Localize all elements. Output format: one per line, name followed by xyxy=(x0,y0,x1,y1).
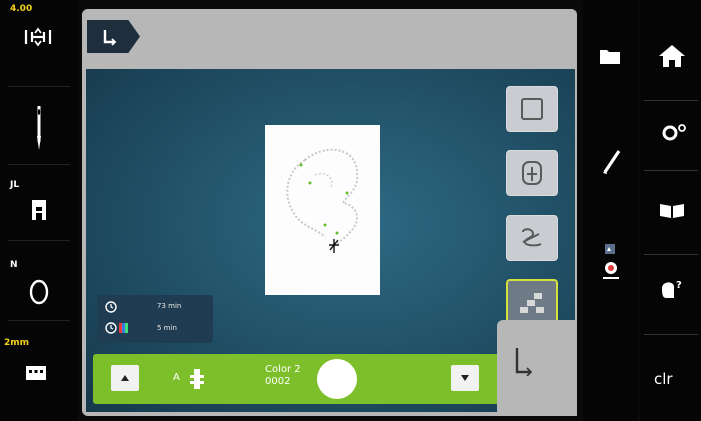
color-number: Color 2 xyxy=(265,364,301,375)
back-arrow-icon xyxy=(103,30,117,46)
svg-text:?: ? xyxy=(676,280,682,291)
clear-button[interactable]: clr xyxy=(646,352,696,408)
stitch-width-indicator[interactable]: 2mm xyxy=(4,334,70,394)
arrow-down-icon xyxy=(461,375,469,381)
header-bar xyxy=(82,9,577,69)
tutorial-button[interactable] xyxy=(646,184,696,240)
needle-plate-label: N xyxy=(10,260,18,270)
home-icon xyxy=(659,45,685,67)
folder-button[interactable] xyxy=(591,35,631,75)
edit-design-icon xyxy=(522,228,542,247)
nav-column: ? clr xyxy=(640,0,701,421)
settings-button[interactable] xyxy=(646,104,696,160)
time-info-box: 73 min 5 min xyxy=(97,295,213,343)
total-time: 73 min xyxy=(157,302,182,310)
clear-label: clr xyxy=(654,370,673,388)
embroidery-module-button[interactable] xyxy=(591,238,631,288)
arrow-up-icon xyxy=(121,375,129,381)
clock-icon xyxy=(105,301,117,313)
hoop-frame-icon xyxy=(521,98,543,120)
color-sequence-button[interactable] xyxy=(506,279,558,325)
color-selection-bar: A Color 2 0002 xyxy=(93,354,499,404)
embroidery-design xyxy=(286,148,359,253)
edit-design-button[interactable] xyxy=(506,215,558,261)
hoop-area[interactable] xyxy=(265,125,380,295)
embroidery-machine-icon xyxy=(603,244,619,279)
color-sequence-icon xyxy=(520,293,544,313)
presser-foot-icon xyxy=(32,200,46,220)
grid-icon xyxy=(26,366,46,380)
thread-tension-icon xyxy=(24,27,52,47)
needle-plate-indicator[interactable]: N xyxy=(8,252,68,312)
foot-label: JL xyxy=(10,180,20,190)
embroidery-module-icon xyxy=(515,348,533,376)
back-button[interactable] xyxy=(87,20,140,53)
circle-icon xyxy=(29,279,49,305)
needle-icon xyxy=(37,106,41,150)
thread-spool-icon xyxy=(190,369,204,389)
needle-indicator[interactable] xyxy=(8,98,68,158)
book-icon xyxy=(660,204,684,218)
move-design-icon xyxy=(522,161,542,185)
hoop-select-button[interactable] xyxy=(506,86,558,132)
color-code: 0002 xyxy=(265,376,291,387)
thread-tension-indicator[interactable]: 4.00 xyxy=(8,4,68,54)
edit-button[interactable] xyxy=(591,142,631,182)
thread-brand-label: A xyxy=(173,372,180,383)
color-time: 5 min xyxy=(157,324,177,332)
presser-foot-indicator[interactable]: JL xyxy=(8,172,68,232)
folder-icon xyxy=(600,50,620,64)
settings-icon xyxy=(662,124,686,141)
help-icon: ? xyxy=(662,280,682,298)
color-swatch[interactable] xyxy=(317,359,357,399)
move-design-button[interactable] xyxy=(506,150,558,196)
home-button[interactable] xyxy=(646,33,696,89)
pencil-icon xyxy=(603,150,621,174)
speed-value: 4.00 xyxy=(10,4,33,14)
next-color-button[interactable] xyxy=(451,365,479,391)
status-column: 4.00 JL N 2mm xyxy=(0,0,78,421)
tool-column xyxy=(583,0,638,421)
previous-color-button[interactable] xyxy=(111,365,139,391)
stitch-width-value: 2mm xyxy=(4,338,30,348)
embroidery-tab[interactable] xyxy=(497,320,577,416)
help-button[interactable]: ? xyxy=(646,262,696,318)
color-info: Color 2 0002 xyxy=(265,364,301,388)
color-time-icon xyxy=(105,322,128,334)
